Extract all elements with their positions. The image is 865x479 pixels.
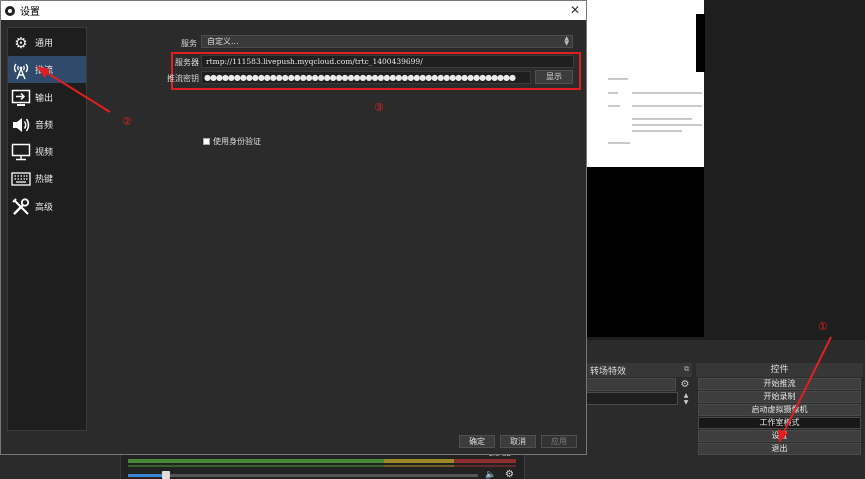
annotation-one: ① (818, 320, 828, 333)
use-auth-checkbox[interactable] (203, 138, 210, 145)
sidebar-item-label: 通用 (35, 39, 54, 49)
audio-meter (128, 459, 516, 463)
sidebar-item-general[interactable]: ⚙ 通用 (8, 29, 86, 56)
sidebar-item-label: 输出 (35, 94, 54, 104)
apply-button[interactable]: 应用 (541, 435, 577, 448)
title-bar: 设置 ✕ (1, 1, 586, 20)
sidebar-item-hotkeys[interactable]: 热键 (8, 165, 86, 192)
studio-mode-button[interactable]: 工作室模式 (698, 417, 861, 429)
speaker-icon[interactable]: 🔈 (485, 470, 496, 479)
chevron-updown-icon: ▲ ▼ (564, 35, 569, 47)
speaker-icon (11, 115, 31, 135)
start-streaming-button[interactable]: 开始推流 (698, 378, 861, 390)
volume-slider-track[interactable] (128, 474, 478, 477)
service-value: 自定义... (207, 37, 239, 46)
monitor-icon (11, 142, 31, 162)
gear-icon: ⚙ (14, 33, 28, 52)
settings-sidebar: ⚙ 通用 推流 输出 音频 视频 热键 高级 (7, 27, 87, 431)
transition-duration-input[interactable] (586, 392, 678, 405)
service-select[interactable]: 自定义... ▲ ▼ (201, 35, 573, 48)
stream-key-label: 推流密钥 (167, 74, 199, 83)
duration-spinner-icon[interactable]: ▲ ▼ (680, 392, 692, 406)
sidebar-item-video[interactable]: 视频 (8, 138, 86, 165)
annotation-three: ③ (374, 101, 384, 114)
transitions-dock-title: 转场特效 ⧉ (586, 363, 692, 377)
volume-slider-fill (128, 474, 166, 477)
exit-button[interactable]: 退出 (698, 443, 861, 455)
sidebar-item-label: 热键 (35, 175, 54, 185)
settings-button[interactable]: 设置 (698, 430, 861, 442)
output-icon (11, 88, 31, 108)
preview-black-area (587, 167, 704, 337)
preview-dark-block (696, 14, 705, 72)
audio-meter-secondary (128, 465, 516, 467)
sidebar-item-label: 高级 (35, 203, 54, 213)
mixer-gear-icon[interactable]: ⚙ (505, 469, 514, 479)
tools-icon (11, 197, 31, 217)
controls-dock-title: 控件 (696, 363, 863, 377)
use-auth-label: 使用身份验证 (213, 137, 261, 146)
service-label: 服务 (181, 39, 197, 48)
sidebar-item-audio[interactable]: 音频 (8, 111, 86, 138)
sidebar-item-stream[interactable]: 推流 (8, 56, 86, 83)
start-virtual-camera-button[interactable]: 启动虚拟摄像机 (698, 404, 861, 416)
sidebar-item-output[interactable]: 输出 (8, 84, 86, 111)
ok-button[interactable]: 确定 (459, 435, 495, 448)
close-icon[interactable]: ✕ (570, 3, 580, 17)
sidebar-item-label: 推流 (35, 66, 54, 76)
annotation-two: ② (122, 115, 132, 128)
start-recording-button[interactable]: 开始录制 (698, 391, 861, 403)
broadcast-icon (11, 60, 31, 80)
sidebar-item-label: 视频 (35, 148, 54, 158)
controls-title: 控件 (770, 365, 789, 375)
cancel-button[interactable]: 取消 (500, 435, 536, 448)
obs-logo-icon (5, 5, 15, 16)
server-label: 服务器 (175, 58, 199, 67)
preview-webpage (587, 0, 704, 167)
stream-key-input[interactable]: ●●●●●●●●●●●●●●●●●●●●●●●●●●●●●●●●●●●●●●●●… (201, 71, 531, 84)
show-key-button[interactable]: 显示 (535, 70, 573, 84)
server-input[interactable]: rtmp://111583.livepush.myqcloud.com/trtc… (201, 55, 574, 68)
transition-select[interactable] (586, 378, 676, 391)
window-title: 设置 (20, 7, 40, 18)
sidebar-item-label: 音频 (35, 121, 54, 131)
dock-float-icon[interactable]: ⧉ (684, 365, 689, 374)
sidebar-item-advanced[interactable]: 高级 (8, 193, 86, 220)
keyboard-icon (11, 169, 31, 189)
transition-gear-icon[interactable]: ⚙ (679, 378, 691, 391)
transitions-title: 转场特效 (590, 366, 627, 377)
settings-dialog: 设置 ✕ ⚙ 通用 推流 输出 音频 视频 热键 高级 服务 自定义... ▲ … (0, 0, 587, 455)
volume-slider-handle[interactable] (162, 471, 170, 479)
